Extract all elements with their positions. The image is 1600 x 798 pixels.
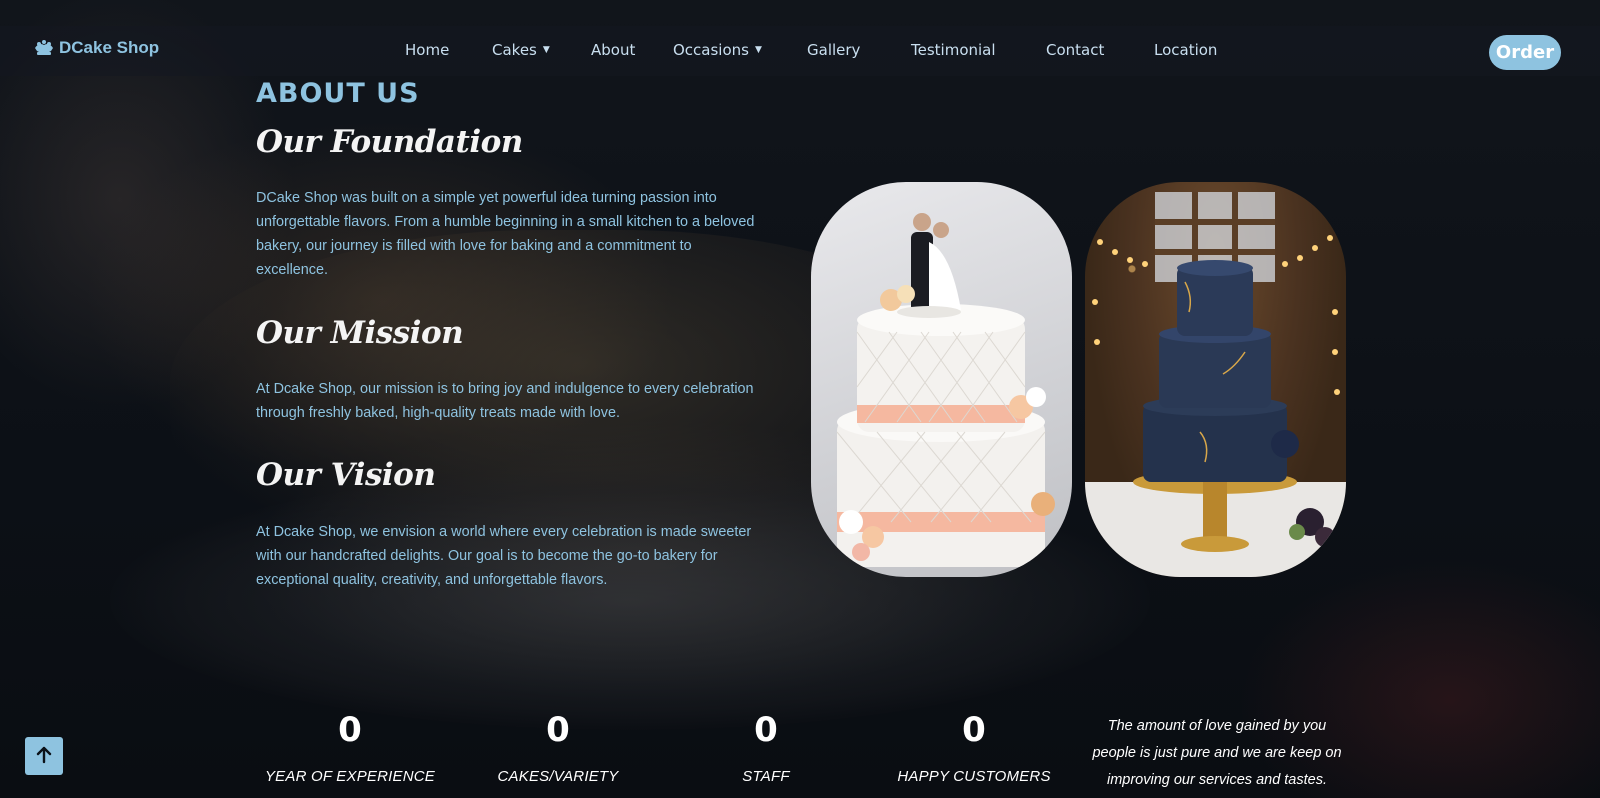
white-wedding-cake-image — [811, 182, 1072, 577]
stat-experience-value: 0 — [338, 710, 362, 750]
stat-customers-value: 0 — [962, 710, 986, 750]
nav-contact-label: Contact — [1046, 41, 1105, 59]
foundation-text: DCake Shop was built on a simple yet pow… — [256, 190, 755, 278]
nav-gallery-label: Gallery — [807, 41, 861, 59]
stat-staff-label: STAFF — [742, 768, 790, 785]
vision-text: At Dcake Shop, we envision a world where… — [256, 524, 752, 588]
mission-title: Our Mission — [256, 315, 464, 351]
mission-text: At Dcake Shop, our mission is to bring j… — [256, 381, 754, 421]
nav-testimonial-label: Testimonial — [911, 41, 996, 59]
nav-home[interactable]: Home — [405, 41, 449, 59]
nav-contact[interactable]: Contact — [1046, 41, 1104, 59]
stat-customers-label: HAPPY CUSTOMERS — [897, 768, 1051, 785]
nav-location[interactable]: Location — [1154, 41, 1217, 59]
nav-occasions-label: Occasions — [673, 41, 749, 59]
about-heading: ABOUT US — [256, 78, 420, 109]
back-to-top-button[interactable] — [25, 737, 63, 775]
nav-cakes[interactable]: Cakes ▼ — [492, 41, 550, 59]
navbar: DCake Shop Home Cakes ▼ About Occasions … — [0, 26, 1600, 76]
stat-cakes-label: CAKES/VARIETY — [497, 768, 619, 785]
order-button[interactable]: Order — [1489, 35, 1561, 70]
vision-title: Our Vision — [256, 457, 436, 493]
foundation-title: Our Foundation — [256, 124, 523, 160]
nav-about[interactable]: About — [591, 41, 635, 59]
stat-experience-label: YEAR OF EXPERIENCE — [264, 768, 436, 785]
nav-location-label: Location — [1154, 41, 1218, 59]
nav-occasions[interactable]: Occasions ▼ — [673, 41, 762, 59]
nav-about-label: About — [591, 41, 636, 59]
stat-staff-value: 0 — [754, 710, 778, 750]
nav-home-label: Home — [405, 41, 450, 59]
nav-gallery[interactable]: Gallery — [807, 41, 860, 59]
caret-down-icon: ▼ — [542, 45, 550, 55]
main-nav: Home Cakes ▼ About Occasions ▼ Gallery T… — [0, 26, 1600, 76]
nav-testimonial[interactable]: Testimonial — [911, 41, 996, 59]
testimonial-quote: The amount of love gained by you people … — [1092, 718, 1342, 788]
nav-cakes-label: Cakes — [492, 41, 537, 59]
arrow-up-icon — [35, 746, 53, 767]
navy-wedding-cake-image — [1085, 182, 1346, 577]
caret-down-icon: ▼ — [754, 45, 762, 55]
hero-background — [0, 0, 1600, 798]
stat-cakes-value: 0 — [546, 710, 570, 750]
